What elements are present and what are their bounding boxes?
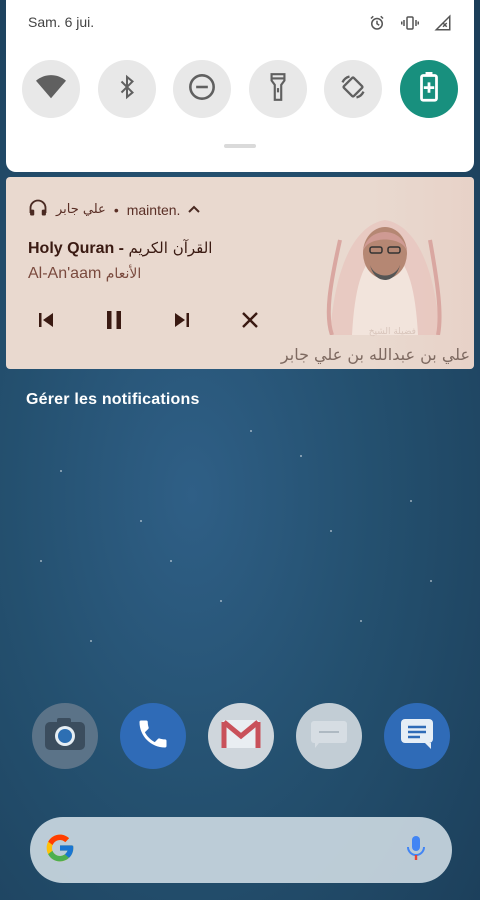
gmail-icon [220, 718, 262, 755]
media-subtitle-ar: الأنعام [105, 266, 142, 282]
phone-app[interactable] [120, 703, 186, 769]
headphones-icon [28, 198, 48, 221]
status-bar: Sam. 6 jui. [28, 14, 452, 34]
quick-tiles [22, 60, 458, 118]
panel-drag-handle[interactable] [224, 144, 256, 148]
media-subtitle: Al-An'aam الأنعام [28, 265, 141, 283]
header-dot: • [113, 201, 119, 218]
manage-notifications-button[interactable]: Gérer les notifications [26, 391, 200, 409]
wifi-tile[interactable] [22, 60, 80, 118]
status-icons [368, 14, 452, 32]
gmail-app[interactable] [208, 703, 274, 769]
notification-time: mainten. [126, 201, 181, 218]
media-title-en: Holy Quran - [28, 240, 125, 257]
camera-icon [43, 716, 87, 757]
pause-icon[interactable] [102, 308, 126, 332]
media-title: Holy Quran - القرآن الكريم [28, 239, 212, 258]
art-caption-small: فضيلة الشيخ [368, 327, 416, 337]
app-name: علي جابر [56, 202, 106, 217]
app-dock [32, 703, 450, 775]
messages-app[interactable] [296, 703, 362, 769]
sheikh-portrait-image [326, 220, 442, 335]
skip-previous-icon[interactable] [34, 308, 58, 332]
media-subtitle-en: Al-An'aam [28, 265, 102, 282]
chat-icon [399, 717, 435, 756]
microphone-icon[interactable] [406, 834, 426, 867]
do-not-disturb-tile[interactable] [173, 60, 232, 118]
skip-next-icon[interactable] [170, 308, 194, 332]
phone-icon [135, 716, 171, 757]
battery-saver-icon [419, 71, 439, 107]
flashlight-tile[interactable] [248, 60, 307, 118]
alarm-icon [368, 14, 386, 32]
chevron-up-icon[interactable] [188, 202, 201, 217]
wifi-icon [36, 74, 66, 105]
media-header: علي جابر • mainten. [28, 198, 201, 221]
signal-icon [434, 14, 452, 32]
auto-rotate-tile[interactable] [324, 60, 383, 118]
search-bar[interactable] [30, 817, 452, 883]
media-notification[interactable]: فضيلة الشيخ علي بن عبدالله بن علي جابر ع… [6, 177, 474, 369]
bluetooth-icon [116, 73, 138, 106]
search-input[interactable] [84, 829, 398, 871]
media-controls [34, 308, 262, 332]
quick-settings-panel: Sam. 6 jui. [6, 0, 474, 172]
media-title-ar: القرآن الكريم [128, 239, 213, 257]
art-caption: علي بن عبدالله بن علي جابر [280, 345, 470, 364]
flashlight-icon [267, 72, 289, 107]
album-art: فضيلة الشيخ علي بن عبدالله بن علي جابر [281, 177, 474, 369]
battery-saver-tile[interactable] [399, 60, 458, 118]
chat-app[interactable] [384, 703, 450, 769]
rotate-icon [339, 73, 367, 106]
messages-icon [309, 719, 349, 754]
close-icon[interactable] [238, 308, 262, 332]
status-date: Sam. 6 jui. [28, 14, 95, 30]
google-g-icon[interactable] [44, 832, 76, 869]
camera-app[interactable] [32, 703, 98, 769]
bluetooth-tile[interactable] [97, 60, 156, 118]
do-not-disturb-icon [188, 73, 216, 106]
vibrate-icon [400, 14, 420, 32]
